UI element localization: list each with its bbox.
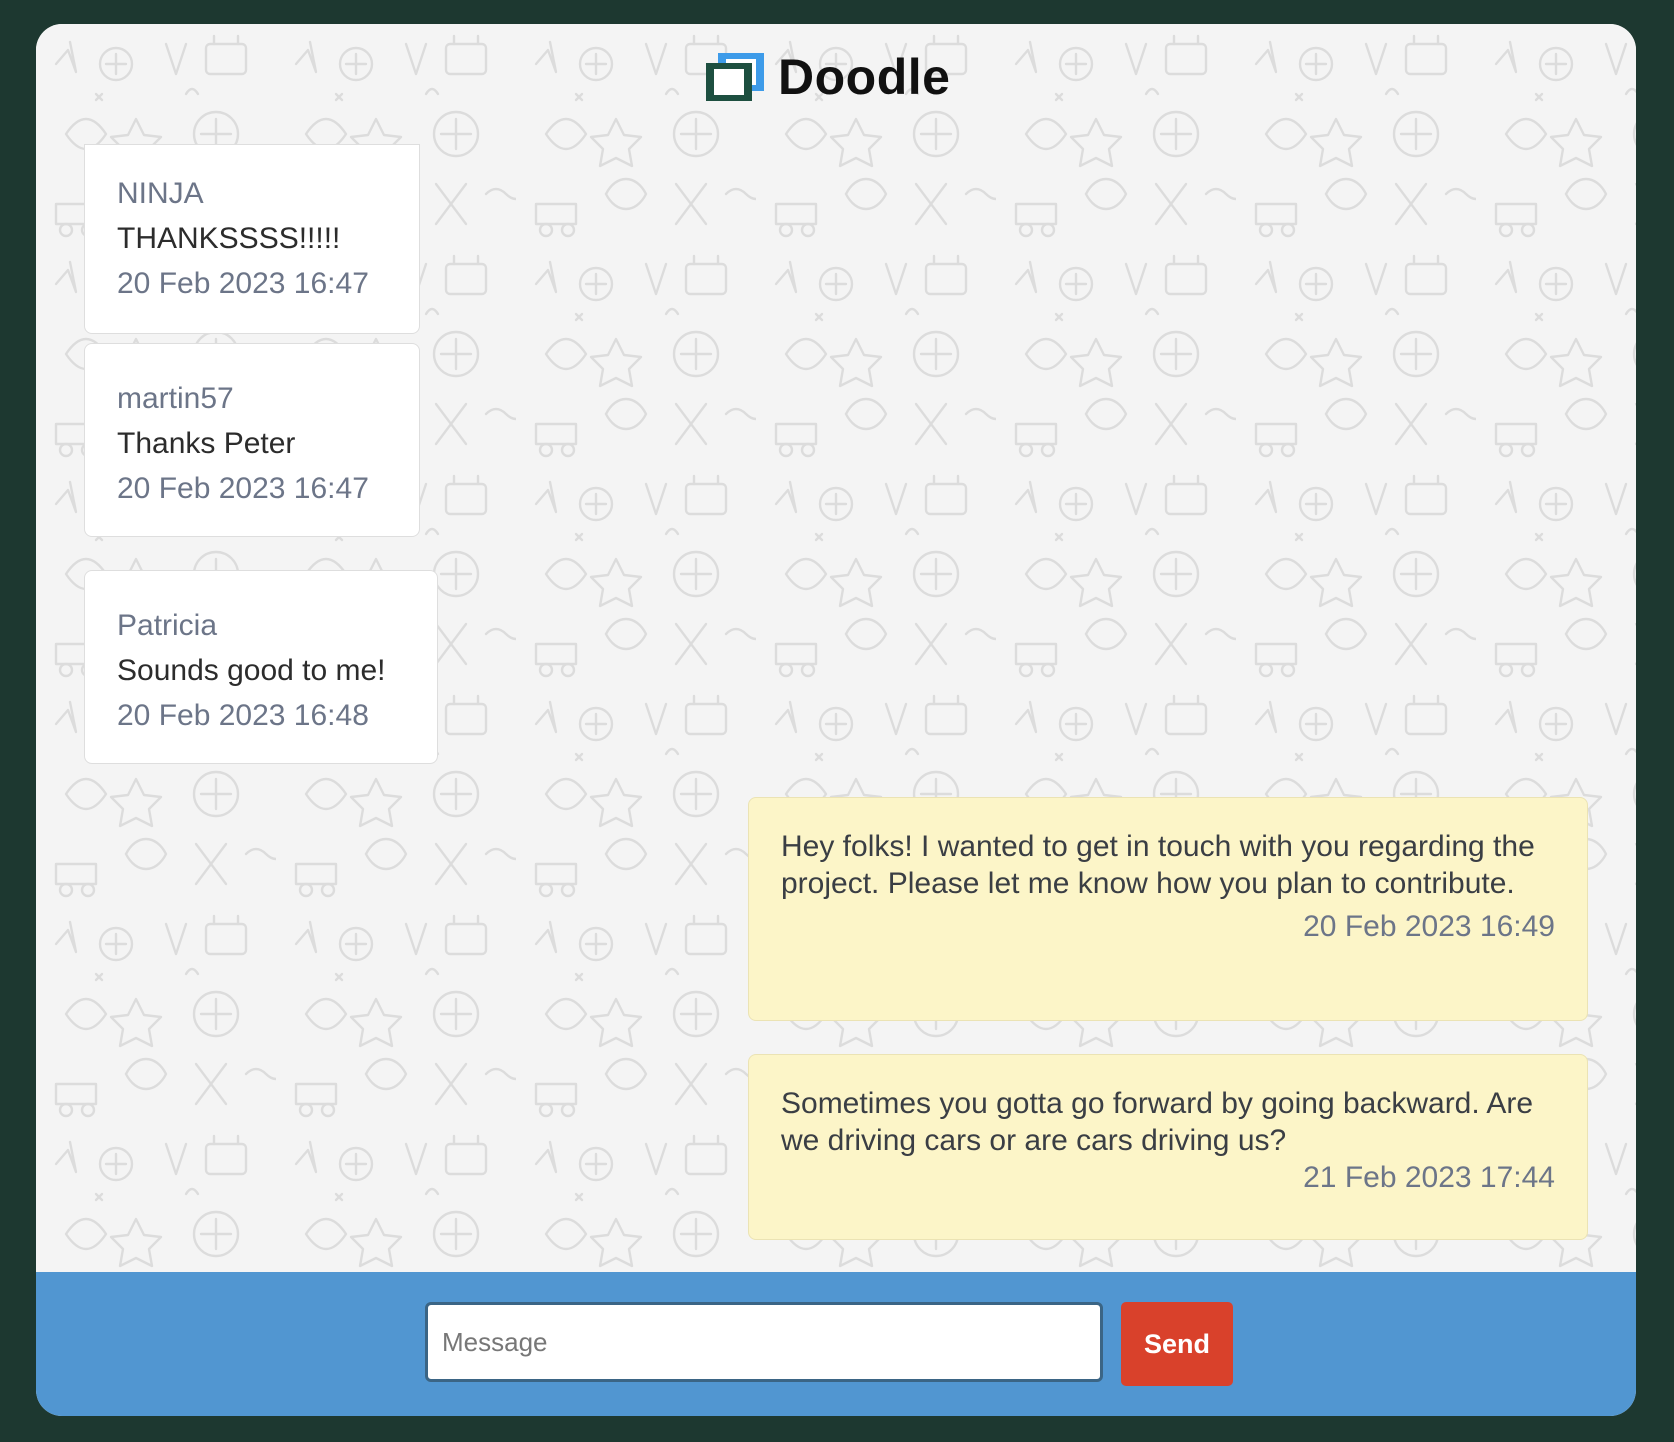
chat-window: Doodle NINJA THANKSSSS!!!!! 20 Feb 2023 …	[36, 24, 1636, 1416]
message-text: THANKSSSS!!!!!	[117, 222, 341, 255]
message-bubble: Patricia Sounds good to me! 20 Feb 2023 …	[84, 570, 438, 764]
message-timestamp: 20 Feb 2023 16:48	[117, 699, 369, 732]
message-timestamp: 20 Feb 2023 16:47	[117, 472, 369, 505]
send-button[interactable]: Send	[1121, 1302, 1233, 1386]
message-timestamp: 21 Feb 2023 17:44	[1303, 1161, 1555, 1194]
message-author: Patricia	[117, 609, 218, 642]
message-bubble-own: Sometimes you gotta go forward by going …	[748, 1054, 1588, 1240]
message-text: Sounds good to me!	[117, 654, 386, 687]
message-bubble: NINJA THANKSSSS!!!!! 20 Feb 2023 16:47	[84, 144, 420, 334]
message-composer: Send	[36, 1272, 1636, 1416]
message-timestamp: 20 Feb 2023 16:49	[1303, 910, 1555, 943]
message-timestamp: 20 Feb 2023 16:47	[117, 267, 369, 300]
message-input[interactable]	[425, 1302, 1103, 1382]
message-text: Hey folks! I wanted to get in touch with…	[781, 830, 1535, 900]
message-bubble-own: Hey folks! I wanted to get in touch with…	[748, 797, 1588, 1021]
message-list[interactable]: NINJA THANKSSSS!!!!! 20 Feb 2023 16:47 m…	[36, 24, 1636, 1272]
message-author: NINJA	[117, 177, 204, 210]
message-text: Sometimes you gotta go forward by going …	[781, 1087, 1534, 1157]
message-author: martin57	[117, 382, 234, 415]
message-bubble: martin57 Thanks Peter 20 Feb 2023 16:47	[84, 343, 420, 537]
message-text: Thanks Peter	[117, 427, 296, 460]
